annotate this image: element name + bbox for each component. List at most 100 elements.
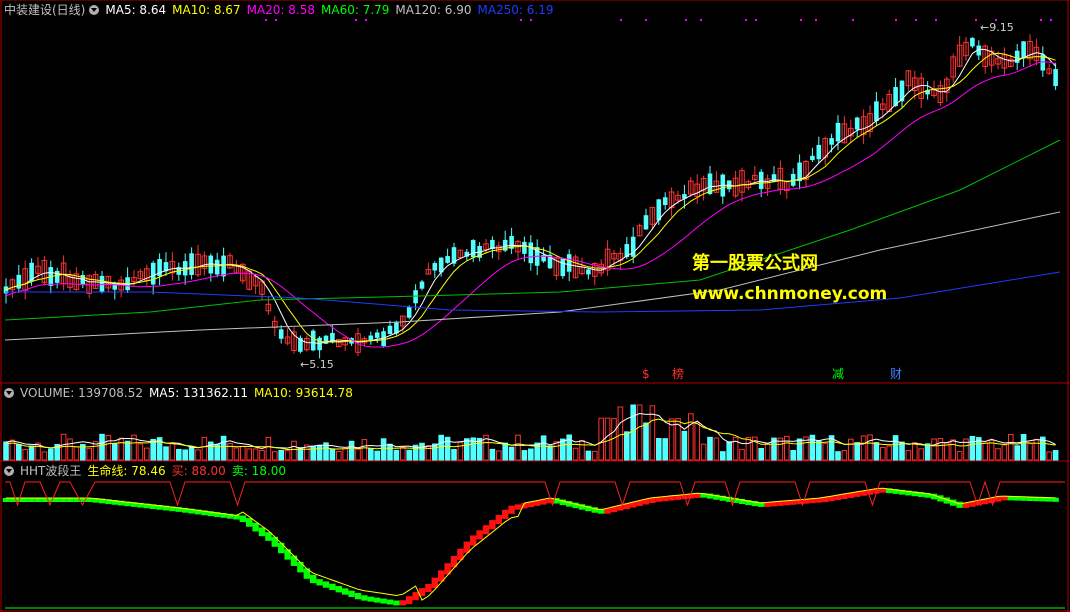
- volume-bar: [931, 438, 937, 461]
- volume-bar: [380, 438, 387, 461]
- volume-bar: [835, 451, 841, 461]
- event-marker-dollar[interactable]: $: [642, 367, 650, 381]
- candle: [1053, 62, 1058, 90]
- volume-bar: [604, 417, 611, 461]
- candlesticks: [3, 34, 1058, 359]
- marker-dot: [915, 19, 917, 21]
- candle: [86, 274, 93, 299]
- volume-bar: [969, 435, 976, 461]
- volume-bar: [841, 450, 848, 461]
- indicator-block: [310, 574, 317, 584]
- volume-bar: [387, 443, 393, 461]
- candle: [22, 260, 28, 300]
- candle: [816, 136, 822, 164]
- volume-bar: [899, 441, 905, 461]
- volume-bar: [547, 445, 553, 461]
- volume-bar: [291, 440, 297, 461]
- candle-body: [829, 138, 834, 145]
- volume-bar: [16, 443, 22, 461]
- candle-body: [189, 253, 194, 275]
- volume-bar: [457, 441, 464, 461]
- candle: [284, 328, 291, 346]
- indicator-block: [290, 555, 298, 566]
- volume-bar: [28, 445, 35, 461]
- event-marker-finance[interactable]: 财: [890, 367, 902, 381]
- candle: [700, 175, 707, 201]
- candle-body: [214, 259, 220, 275]
- event-marker-reduce[interactable]: 减: [832, 367, 844, 381]
- indicator-block: [54, 498, 61, 502]
- candle: [656, 199, 662, 225]
- indicator-block: [354, 592, 362, 600]
- indicator-block: [284, 549, 291, 560]
- stock-title[interactable]: 中装建设(日线): [4, 3, 85, 17]
- stock-chart[interactable]: [0, 0, 1070, 612]
- candle-body: [278, 329, 284, 339]
- volume-bar: [489, 448, 496, 461]
- volume-bar: [1014, 445, 1021, 461]
- candle-body: [835, 122, 841, 142]
- candle: [560, 257, 566, 279]
- volume-bar: [233, 447, 240, 461]
- main-panel-header: 中装建设(日线) MA5: 8.64 MA10: 8.67 MA20: 8.58 MA6…: [4, 2, 566, 18]
- volume-bar: [105, 434, 112, 461]
- marker-dot: [745, 19, 747, 21]
- indicator-panel-header: HHT波段王 生命线: 78.46 买: 88.00 卖: 18.00: [4, 463, 292, 479]
- candle: [227, 252, 233, 270]
- volume-bar: [880, 446, 886, 461]
- candle: [144, 264, 150, 287]
- volume-bar: [688, 413, 694, 461]
- candle: [905, 70, 912, 91]
- event-marker-ranking[interactable]: 榜: [672, 367, 684, 381]
- indicator-block: [335, 586, 342, 593]
- indicator-block: [28, 498, 35, 502]
- candle-body: [374, 332, 380, 338]
- volume-bar: [438, 434, 444, 461]
- indicator-block: [239, 515, 246, 523]
- candle-body: [310, 330, 316, 351]
- volume-bar: [3, 441, 9, 461]
- volume-bar: [707, 436, 713, 461]
- volume-bar: [860, 435, 867, 461]
- candle: [688, 177, 694, 197]
- marker-dot: [685, 19, 687, 21]
- candle-body: [758, 171, 764, 189]
- candle: [937, 80, 944, 106]
- candle-body: [445, 256, 450, 263]
- indicator-block: [348, 590, 355, 597]
- indicator-block: [399, 600, 406, 606]
- volume-bar: [630, 404, 637, 461]
- marker-dot: [645, 19, 647, 21]
- candle: [956, 36, 963, 68]
- marker-dot: [275, 19, 277, 21]
- settings-gear-icon[interactable]: [4, 466, 14, 476]
- candle: [790, 168, 796, 188]
- candle: [662, 192, 668, 210]
- marker-dot: [975, 19, 977, 21]
- volume-bar: [22, 449, 28, 461]
- volume-bar: [745, 436, 752, 461]
- settings-gear-icon[interactable]: [4, 388, 14, 398]
- candle: [3, 278, 9, 304]
- volume-bar: [912, 442, 918, 461]
- candle: [963, 36, 969, 61]
- volume-bar: [867, 434, 873, 461]
- marker-dot: [520, 19, 522, 21]
- candle-body: [816, 144, 822, 160]
- indicator-block: [2, 498, 10, 502]
- settings-gear-icon[interactable]: [89, 5, 100, 15]
- indicator-block: [508, 505, 515, 514]
- indicator-block: [380, 598, 387, 604]
- volume-bar: [329, 448, 336, 461]
- volume-bar: [713, 437, 720, 461]
- volume-bar: [758, 447, 765, 461]
- ma5-line: [5, 48, 1056, 344]
- candle: [797, 154, 802, 190]
- candle-body: [643, 215, 649, 230]
- indicator-title: HHT波段王: [20, 464, 82, 478]
- volume-bar: [41, 451, 48, 461]
- candle: [176, 262, 182, 281]
- candle-body: [586, 269, 591, 275]
- volume-bars: [3, 404, 1059, 461]
- candle: [1021, 41, 1026, 67]
